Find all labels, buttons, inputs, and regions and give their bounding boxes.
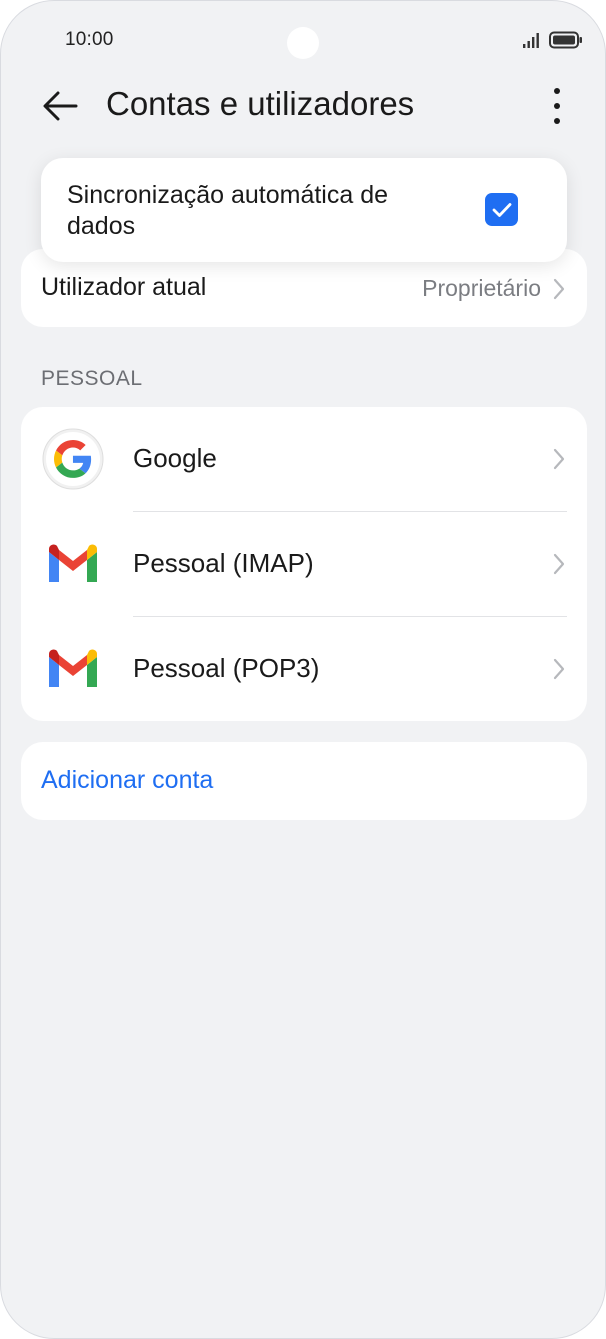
auto-sync-checkbox[interactable] xyxy=(485,193,518,226)
more-vertical-icon xyxy=(554,88,560,124)
add-account-button[interactable]: Adicionar conta xyxy=(21,742,587,820)
google-icon xyxy=(41,427,105,491)
gmail-icon xyxy=(41,637,105,701)
chevron-right-icon xyxy=(553,658,565,680)
back-button[interactable] xyxy=(37,83,83,129)
auto-sync-popup[interactable]: Sincronização automática de dados xyxy=(41,158,567,262)
phone-screen: 10:00 Contas e utilizadores Utilizador a… xyxy=(0,0,606,1339)
account-row-pop3[interactable]: Pessoal (POP3) xyxy=(21,617,587,721)
chevron-right-icon xyxy=(553,448,565,470)
page-title: Contas e utilizadores xyxy=(106,85,415,122)
account-label: Pessoal (POP3) xyxy=(133,653,320,683)
status-time: 10:00 xyxy=(65,29,114,50)
current-user-value: Proprietário xyxy=(422,275,541,301)
more-options-button[interactable] xyxy=(539,83,575,129)
signal-icon xyxy=(523,33,539,48)
add-account-label: Adicionar conta xyxy=(41,766,214,794)
current-user-label: Utilizador atual xyxy=(41,273,207,301)
account-label: Pessoal (IMAP) xyxy=(133,548,314,578)
checkmark-icon xyxy=(492,202,511,217)
section-label: PESSOAL xyxy=(41,367,143,390)
account-row-imap[interactable]: Pessoal (IMAP) xyxy=(21,512,587,616)
accounts-list: Google Pessoal (IMAP) Pessoal (POP3) xyxy=(21,407,587,721)
account-row-google[interactable]: Google xyxy=(21,407,587,511)
chevron-right-icon xyxy=(553,553,565,575)
camera-cutout xyxy=(287,27,319,59)
battery-icon xyxy=(549,31,582,49)
account-label: Google xyxy=(133,443,217,473)
gmail-icon xyxy=(41,532,105,596)
auto-sync-label: Sincronização automática de dados xyxy=(67,181,389,240)
arrow-left-icon xyxy=(43,91,78,121)
chevron-right-icon xyxy=(553,278,565,300)
